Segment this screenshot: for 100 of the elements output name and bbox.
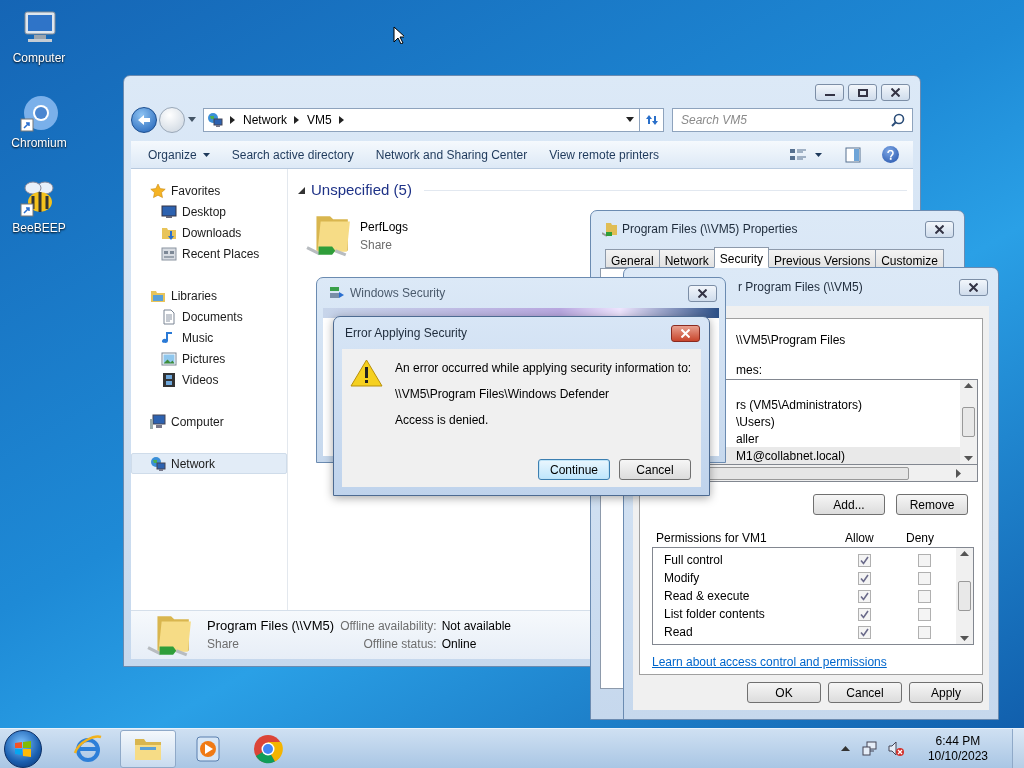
details-value: Not available <box>441 618 511 635</box>
search-icon <box>891 113 905 127</box>
help-link[interactable]: Learn about access control and permissions <box>652 653 887 671</box>
close-button[interactable] <box>688 284 717 302</box>
dialog-button[interactable]: Cancel <box>619 459 691 480</box>
refresh-icon <box>643 113 660 127</box>
tab[interactable]: General <box>605 249 660 268</box>
desktop-icon-label[interactable]: BeeBEEP <box>12 219 66 237</box>
nav-item[interactable]: Pictures <box>131 348 287 369</box>
scroll-down-icon[interactable] <box>960 636 969 641</box>
checkbox[interactable] <box>918 607 931 621</box>
start-button[interactable] <box>4 729 42 768</box>
nav-item[interactable]: Recent Places <box>131 243 287 264</box>
scrollbar-thumb[interactable] <box>958 581 971 611</box>
breadcrumb-item[interactable]: VM5 <box>307 111 332 129</box>
collapse-icon[interactable] <box>298 186 305 194</box>
network-icon <box>861 740 878 757</box>
toolbar-button[interactable]: Search active directory <box>221 142 364 167</box>
checkbox[interactable] <box>858 571 871 585</box>
checkbox[interactable] <box>918 589 931 603</box>
close-icon <box>891 88 900 97</box>
maximize-button[interactable] <box>848 84 877 101</box>
checkbox[interactable] <box>918 571 931 585</box>
taskbar-button[interactable] <box>120 729 176 768</box>
volume-muted-icon <box>887 740 904 757</box>
permission-name: Full control <box>663 552 724 569</box>
checkbox[interactable] <box>858 625 871 639</box>
caret-icon <box>841 746 851 751</box>
window-grid-icon <box>161 245 177 262</box>
close-button[interactable] <box>671 324 700 342</box>
nav-item[interactable]: Computer <box>131 411 287 432</box>
remove-button[interactable]: Remove <box>896 494 968 515</box>
caret-icon <box>626 117 634 123</box>
scroll-down-icon[interactable] <box>964 456 973 461</box>
object-name: \\VM5\Program Files <box>736 332 846 347</box>
group-header[interactable]: Unspecified (5) <box>311 179 412 202</box>
permission-name: Read <box>663 624 694 641</box>
nav-item[interactable]: Videos <box>131 369 287 390</box>
add-button[interactable]: Add... <box>813 494 885 515</box>
checkbox[interactable] <box>858 607 871 621</box>
nav-item[interactable]: Network <box>131 453 287 474</box>
scrollbar[interactable] <box>956 548 973 644</box>
details-value: Online <box>441 636 478 653</box>
chevron-icon <box>338 116 345 124</box>
refresh-button[interactable] <box>640 108 664 132</box>
nav-item[interactable]: Downloads <box>131 222 287 243</box>
dialog-title: Error Applying Security <box>345 325 468 342</box>
checkbox[interactable] <box>918 625 931 639</box>
close-icon <box>681 328 690 338</box>
share-name[interactable]: PerfLogs <box>360 217 409 236</box>
back-arrow-icon <box>137 114 151 126</box>
permission-name: Read & execute <box>663 588 751 605</box>
breadcrumb-item[interactable]: Network <box>243 111 287 129</box>
search-field[interactable]: Search VM5 <box>672 108 913 132</box>
dialog-button[interactable]: Continue <box>538 459 610 480</box>
details-label: Offline availability: <box>340 618 437 635</box>
warning-icon <box>350 359 383 387</box>
share-type: Share <box>360 236 394 254</box>
nav-item[interactable]: Documents <box>131 306 287 327</box>
minimize-button[interactable] <box>815 84 844 101</box>
address-bar[interactable]: Network VM5 <box>203 108 640 132</box>
tab[interactable]: Security <box>713 247 770 268</box>
message-text: \\VM5\Program Files\Windows Defender <box>395 386 611 402</box>
monitor-icon <box>161 203 177 220</box>
checkbox[interactable] <box>858 553 871 567</box>
caret-icon <box>815 152 822 157</box>
minimize-icon <box>824 94 835 96</box>
dialog-button[interactable]: Apply <box>909 682 983 703</box>
toolbar-button[interactable]: View remote printers <box>539 142 669 167</box>
close-button[interactable] <box>959 278 988 296</box>
details-type: Share <box>207 636 241 653</box>
back-button[interactable] <box>131 107 157 133</box>
dialog-button[interactable]: Cancel <box>828 682 902 703</box>
scrollbar[interactable] <box>960 380 977 464</box>
scrollbar-thumb[interactable] <box>962 407 975 437</box>
column-header: Allow <box>845 530 875 547</box>
nav-item[interactable]: Desktop <box>131 201 287 222</box>
nav-item[interactable]: Favorites <box>131 180 287 201</box>
nav-item[interactable]: Music <box>131 327 287 348</box>
scroll-up-icon[interactable] <box>964 383 973 388</box>
toolbar-button[interactable]: Organize <box>138 142 220 167</box>
close-button[interactable] <box>925 220 954 238</box>
clock-time[interactable]: 6:44 PM <box>935 733 981 749</box>
round-logo-icon <box>19 93 59 133</box>
close-button[interactable] <box>881 84 910 101</box>
close-icon <box>935 224 944 234</box>
tab[interactable]: Customize <box>875 249 944 268</box>
document-icon <box>161 308 177 325</box>
checkbox[interactable] <box>918 553 931 567</box>
nav-item[interactable]: Libraries <box>131 285 287 306</box>
window-title: Windows Security <box>350 285 446 302</box>
maximize-icon <box>857 88 868 97</box>
checkbox[interactable] <box>858 589 871 603</box>
desktop-icon-label[interactable]: Computer <box>12 49 66 67</box>
desktop-icon-label[interactable]: Chromium <box>11 134 67 152</box>
toolbar-button[interactable]: Network and Sharing Center <box>365 142 538 167</box>
help-button[interactable] <box>882 146 899 163</box>
scroll-up-icon[interactable] <box>960 551 969 556</box>
clock-date[interactable]: 10/10/2023 <box>927 748 988 764</box>
dialog-button[interactable]: OK <box>747 682 821 703</box>
